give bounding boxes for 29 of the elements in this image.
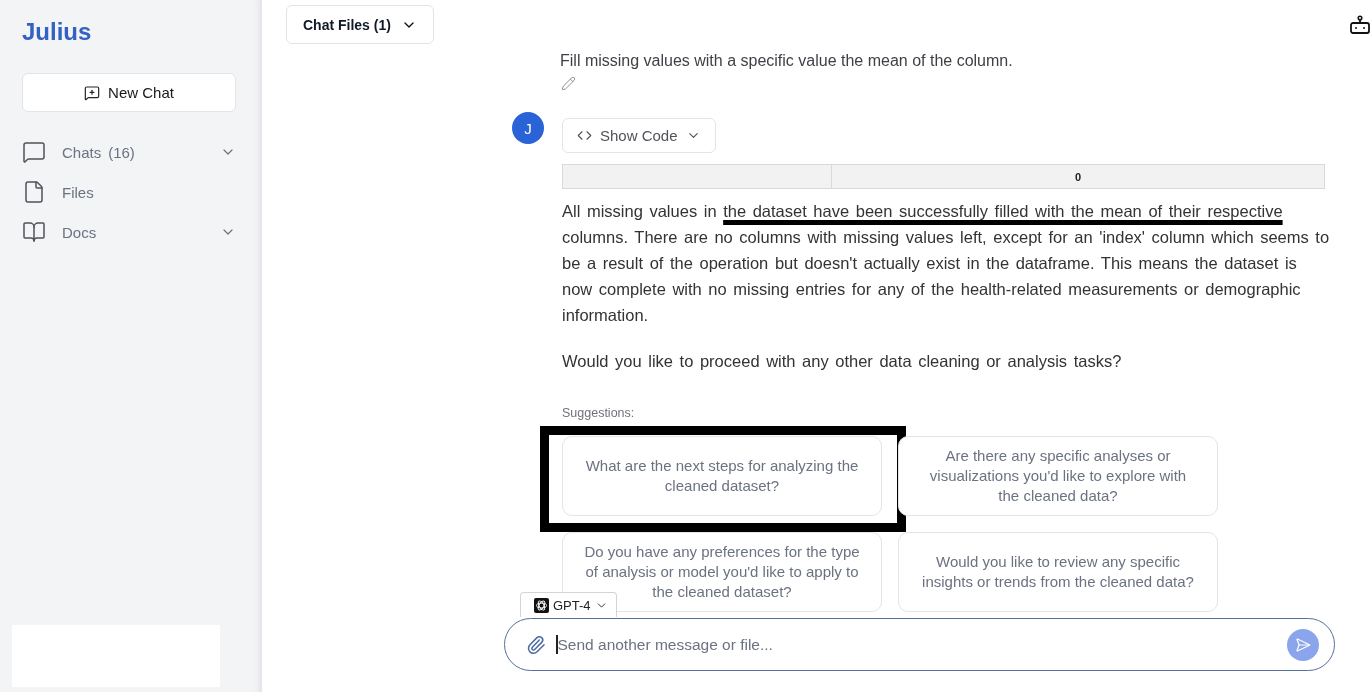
suggestion-card[interactable]: What are the next steps for analyzing the cleaned dataset? bbox=[562, 436, 882, 516]
code-icon bbox=[577, 128, 592, 143]
answer-paragraph: Would you like to proceed with any other data cleaning or analysis tasks? bbox=[562, 351, 1123, 372]
message-field[interactable]: Send another message or file... bbox=[504, 618, 1335, 671]
chat-plus-icon bbox=[84, 84, 101, 101]
file-icon bbox=[22, 180, 46, 204]
answer-paragraph: All missing values in the dataset have been successfully filled with the mean of their respective columns. There are no columns with missing values left, except for an 'index' column which seems to be a result of the operation but doesn't actually exist in the dataframe. This means the dataset is now complete with no missing entries for any of the health-related measurements or demographic information. bbox=[562, 201, 1331, 326]
pencil-icon[interactable] bbox=[561, 76, 576, 91]
show-code-button[interactable]: Show Code bbox=[562, 118, 716, 153]
app-logo: Julius bbox=[22, 17, 92, 47]
suggestions-label: Suggestions: bbox=[562, 405, 635, 421]
logo-icon bbox=[534, 597, 549, 613]
model-selector[interactable]: GPT-4 bbox=[520, 592, 617, 617]
user-message: Fill missing values with a specific value the mean of the column. bbox=[560, 51, 1013, 71]
book-icon bbox=[22, 220, 46, 244]
message-input[interactable]: Send another message or file... bbox=[557, 632, 1275, 657]
nav-item[interactable]: Chats (16) bbox=[22, 132, 236, 172]
chat-bubble-icon bbox=[22, 140, 46, 164]
new-chat-button[interactable]: New Chat bbox=[22, 73, 236, 112]
table-header-cell-text: 0 bbox=[1073, 169, 1083, 185]
chat-files-button[interactable]: Chat Files (1) bbox=[286, 5, 434, 44]
avatar: J bbox=[512, 112, 544, 144]
paperclip-icon[interactable] bbox=[526, 634, 546, 655]
nav-item[interactable]: Files bbox=[22, 172, 236, 212]
suggestion-card[interactable]: Would you like to review any specific insights or trends from the cleaned data? bbox=[898, 532, 1218, 612]
nav-item[interactable]: Docs bbox=[22, 212, 236, 252]
send-icon bbox=[1295, 636, 1311, 653]
suggestion-card[interactable]: Are there any specific analyses or visualizations you'd like to explore with the cleaned data? bbox=[898, 436, 1218, 516]
robot-icon[interactable] bbox=[1350, 14, 1370, 35]
